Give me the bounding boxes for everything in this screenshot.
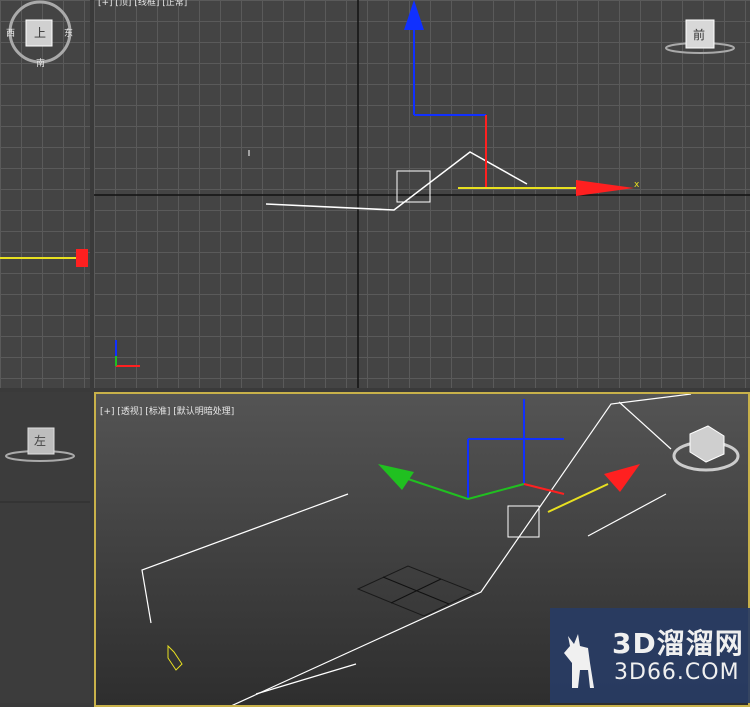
- watermark-cn: 3D溜溜网: [612, 627, 744, 660]
- persp-gizmo-y-line: [407, 478, 469, 500]
- viewcube-left-label[interactable]: 左: [34, 432, 46, 449]
- spline-left: [141, 493, 349, 624]
- spline-right: [618, 401, 672, 450]
- spline-right-lower: [587, 493, 667, 537]
- navcube-south-label: 南: [36, 59, 46, 69]
- top-view-cube-svg: [665, 19, 735, 54]
- navcube-east-label: 东: [64, 29, 74, 39]
- persp-gizmo-x-link: [523, 483, 565, 495]
- persp-gizmo-x-arrow: [604, 464, 640, 492]
- navcube-west-label: 西: [6, 29, 16, 39]
- persp-gizmo-y-link: [467, 483, 525, 500]
- viewport-top[interactable]: [+] [顶] [线框] [正常] x 前: [94, 0, 750, 388]
- ground-grid-line-2: [390, 578, 442, 604]
- selection-box-persp: [507, 505, 540, 538]
- light-icon: [167, 644, 183, 671]
- gizmo-x-arrow: [76, 249, 88, 267]
- navcube-center-label: 上: [34, 26, 47, 40]
- watermark: 3D溜溜网 3D66.COM: [550, 608, 750, 703]
- persp-viewcube-box: [689, 425, 725, 463]
- viewport-left[interactable]: 左: [0, 392, 90, 703]
- deer-logo-icon: [564, 634, 594, 688]
- viewcube-front-label[interactable]: 前: [693, 26, 705, 43]
- spline-bottom: [255, 663, 357, 695]
- viewport-top-left[interactable]: 上 东 西 南: [0, 0, 90, 388]
- persp-gizmo-y-arrow: [378, 464, 414, 490]
- watermark-en: 3D66.COM: [614, 660, 740, 685]
- persp-gizmo-x-line: [547, 483, 609, 513]
